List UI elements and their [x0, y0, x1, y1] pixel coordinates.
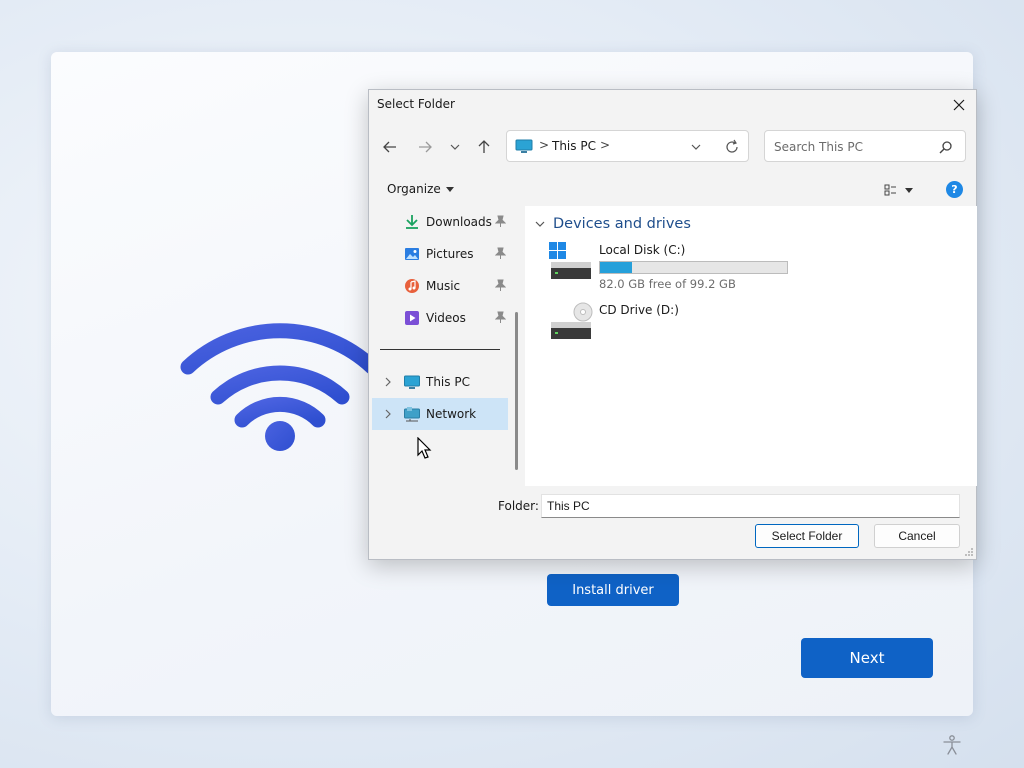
close-button[interactable] [948, 94, 970, 116]
search-input[interactable]: Search This PC [764, 130, 966, 162]
nav-item-downloads[interactable]: Downloads [372, 206, 508, 238]
mouse-cursor-icon [417, 437, 432, 459]
install-driver-button[interactable]: Install driver [547, 574, 679, 606]
music-icon [405, 279, 419, 293]
nav-item-label: Network [426, 407, 477, 421]
wifi-icon [180, 323, 380, 451]
search-icon [939, 141, 952, 154]
local-disk-icon [549, 242, 591, 279]
chevron-right-icon[interactable] [383, 376, 393, 388]
chevron-right-icon[interactable] [383, 408, 393, 420]
navigation-pane: Downloads Pictures Music Videos This PC … [370, 206, 522, 486]
pin-icon[interactable] [495, 215, 506, 228]
pictures-icon [405, 248, 419, 260]
up-button[interactable] [473, 136, 495, 158]
this-pc-icon [515, 139, 533, 153]
nav-divider [380, 349, 500, 350]
select-folder-button[interactable]: Select Folder [755, 524, 859, 548]
next-button[interactable]: Next [801, 638, 933, 678]
organize-label: Organize [387, 182, 441, 196]
recent-locations-button[interactable] [444, 136, 466, 158]
arrow-left-icon [383, 141, 396, 153]
back-button[interactable] [379, 136, 401, 158]
address-bar[interactable]: > This PC > [506, 130, 749, 162]
nav-item-pictures[interactable]: Pictures [372, 238, 508, 270]
caret-down-icon [905, 187, 913, 193]
pin-icon[interactable] [495, 279, 506, 292]
devices-and-drives-group[interactable]: Devices and drives [535, 216, 691, 232]
nav-item-label: Pictures [426, 247, 474, 261]
view-options-icon [884, 184, 896, 196]
breadcrumb-separator[interactable]: > [600, 138, 610, 152]
cd-drive-icon [551, 302, 593, 339]
videos-icon [405, 311, 419, 325]
drive-free-space: 82.0 GB free of 99.2 GB [599, 277, 736, 291]
breadcrumb-separator: > [539, 138, 550, 152]
cancel-button[interactable]: Cancel [874, 524, 960, 548]
help-button[interactable]: ? [946, 181, 963, 198]
close-icon [953, 99, 965, 111]
nav-item-videos[interactable]: Videos [372, 302, 508, 334]
nav-item-label: Music [426, 279, 461, 293]
accessibility-icon[interactable] [941, 734, 963, 756]
breadcrumb-this-pc[interactable]: This PC [552, 139, 596, 153]
drive-usage-fill [600, 262, 633, 273]
arrow-up-icon [478, 140, 490, 153]
resize-grip-icon[interactable] [964, 547, 974, 557]
chevron-down-icon[interactable] [689, 140, 703, 154]
dialog-title: Select Folder [377, 97, 455, 111]
nav-item-music[interactable]: Music [372, 270, 508, 302]
downloads-icon [406, 215, 418, 229]
pin-icon[interactable] [495, 247, 506, 260]
network-icon [404, 407, 420, 422]
nav-item-network[interactable]: Network [372, 398, 508, 430]
change-view-button[interactable] [884, 182, 920, 198]
caret-down-icon [445, 186, 454, 192]
nav-item-label: This PC [426, 375, 470, 389]
nav-item-label: Downloads [426, 215, 492, 229]
refresh-icon[interactable] [724, 139, 740, 155]
group-header-label: Devices and drives [553, 216, 691, 232]
nav-item-label: Videos [426, 311, 466, 325]
chevron-down-icon [535, 221, 545, 227]
organize-menu[interactable]: Organize [387, 182, 454, 196]
folder-field[interactable] [541, 494, 960, 518]
drive-name: CD Drive (D:) [599, 303, 679, 317]
this-pc-icon [404, 375, 420, 389]
content-pane: Devices and drives Local Disk (C:) 82.0 … [525, 206, 977, 486]
search-placeholder: Search This PC [774, 140, 863, 154]
drive-local-disk-c[interactable]: Local Disk (C:) 82.0 GB free of 99.2 GB [549, 242, 809, 291]
nav-item-this-pc[interactable]: This PC [372, 366, 508, 398]
nav-scrollbar[interactable] [515, 312, 518, 470]
pin-icon[interactable] [495, 311, 506, 324]
drive-usage-bar [599, 261, 788, 274]
drive-cd-drive-d[interactable]: CD Drive (D:) [549, 302, 809, 350]
drive-name: Local Disk (C:) [599, 243, 686, 257]
select-folder-dialog: Select Folder > This PC > Search This PC… [368, 89, 977, 560]
arrow-right-icon [419, 141, 432, 153]
forward-button[interactable] [414, 136, 436, 158]
folder-label: Folder: [498, 499, 539, 513]
chevron-down-icon [450, 144, 460, 150]
